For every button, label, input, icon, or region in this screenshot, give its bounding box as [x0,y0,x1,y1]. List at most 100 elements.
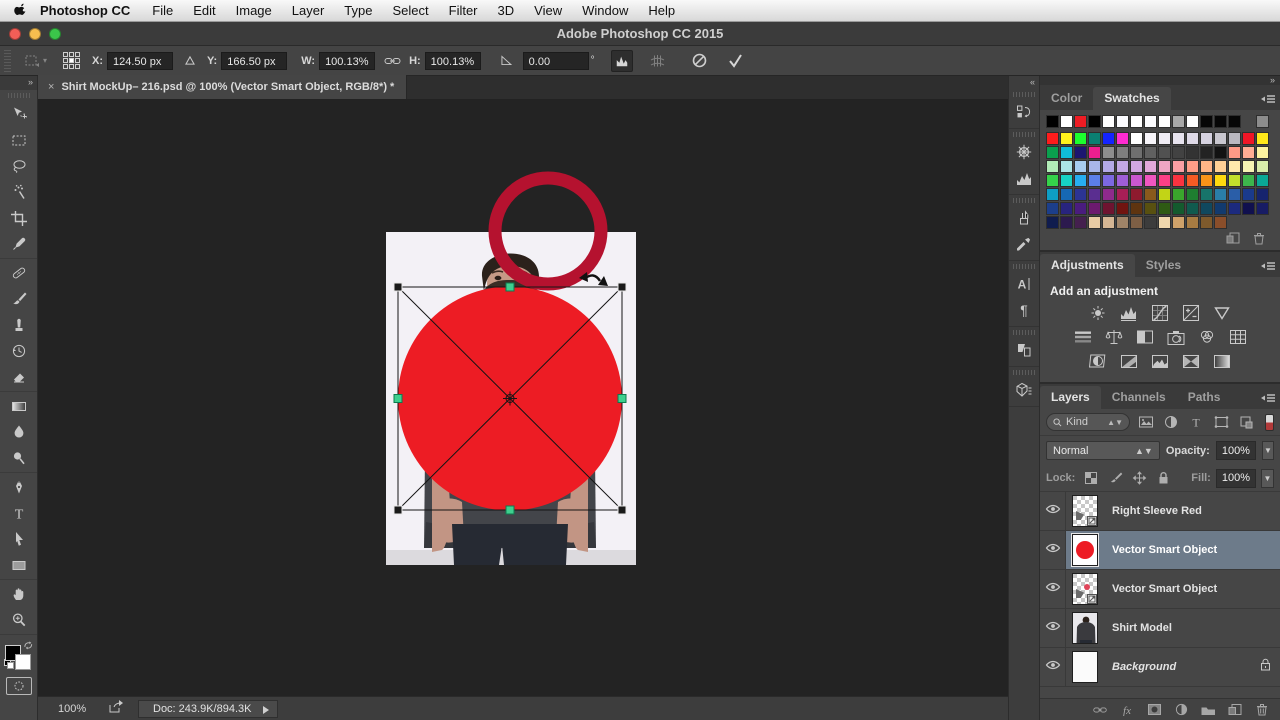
fill-dropdown-arrow[interactable]: ▼ [1261,468,1274,488]
swatch[interactable] [1116,188,1129,201]
swatch[interactable] [1130,160,1143,173]
swatch[interactable] [1228,132,1241,145]
swatch[interactable] [1088,146,1101,159]
swatch[interactable] [1200,188,1213,201]
swatch[interactable] [1214,132,1227,145]
swatch[interactable] [1228,160,1241,173]
swatch[interactable] [1186,216,1199,229]
swatch[interactable] [1256,174,1269,187]
swatch[interactable] [1130,216,1143,229]
visibility-eye-icon[interactable] [1045,580,1061,598]
visibility-eye-icon[interactable] [1045,658,1061,676]
swatch[interactable] [1102,188,1115,201]
swatch[interactable] [1060,132,1073,145]
recent-swatch[interactable] [1228,115,1241,128]
transform-tool-icon[interactable]: ▾ [19,53,51,69]
swatch[interactable] [1214,216,1227,229]
dock-grip[interactable] [1013,198,1035,203]
delete-swatch-button[interactable] [1251,231,1267,245]
tab-close-icon[interactable]: × [48,81,54,93]
shape-filter-icon[interactable] [1212,413,1230,431]
recent-swatch[interactable] [1214,115,1227,128]
swatch[interactable] [1130,146,1143,159]
tab-swatches_panel-swatches[interactable]: Swatches [1093,87,1171,110]
swatch[interactable] [1116,160,1129,173]
swatch[interactable] [1200,202,1213,215]
character-panel-icon[interactable]: A [1011,271,1037,297]
cancel-transform-button[interactable] [689,50,711,72]
warp-mode-button[interactable] [647,50,669,72]
swatch[interactable] [1256,132,1269,145]
swatch[interactable] [1172,132,1185,145]
swatch[interactable] [1214,188,1227,201]
share-icon[interactable] [108,700,124,717]
recent-swatch[interactable] [1060,115,1073,128]
lock-all-button[interactable] [1155,470,1171,486]
swatch[interactable] [1144,160,1157,173]
swatch[interactable] [1186,132,1199,145]
lock-paint-button[interactable] [1107,470,1123,486]
menu-edit[interactable]: Edit [183,3,225,18]
delta-icon[interactable] [179,50,201,72]
recent-swatch[interactable] [1256,115,1269,128]
brush-tool[interactable] [4,286,34,312]
swatch[interactable] [1102,146,1115,159]
recent-swatch[interactable] [1074,115,1087,128]
swatch[interactable] [1214,174,1227,187]
invert-adjustment-button[interactable] [1087,352,1109,370]
layer-thumbnail[interactable] [1066,609,1104,647]
clone-source-panel-icon[interactable] [1011,337,1037,363]
swatch[interactable] [1074,216,1087,229]
new-adjustment-layer-button[interactable] [1173,703,1189,717]
swatch[interactable] [1158,132,1171,145]
tab-layers_panel-layers[interactable]: Layers [1040,386,1101,409]
pen-tool[interactable] [4,474,34,500]
default-colors-bg[interactable] [6,662,14,669]
swatch[interactable] [1116,216,1129,229]
layers-panel-menu-icon[interactable] [1260,390,1276,408]
healing-brush-tool[interactable] [4,260,34,286]
blur-tool[interactable] [4,419,34,445]
fill-value[interactable]: 100% [1215,468,1256,488]
path-select-tool[interactable] [4,526,34,552]
levels-adjustment-button[interactable] [1118,304,1140,322]
smart-filter-icon[interactable] [1237,413,1255,431]
layer-filter-toggle[interactable] [1265,413,1274,431]
tab-layers_panel-channels[interactable]: Channels [1101,386,1177,409]
shape-tool[interactable] [4,552,34,578]
swatch[interactable] [1046,146,1059,159]
quick-mask-button[interactable] [5,677,32,695]
color-lookup-adjustment-button[interactable] [1227,328,1249,346]
swatch[interactable] [1158,174,1171,187]
swatch[interactable] [1046,216,1059,229]
swatch[interactable] [1172,202,1185,215]
swatch[interactable] [1228,188,1241,201]
type-filter-icon[interactable]: T [1187,413,1205,431]
brightness-contrast-adjustment-button[interactable] [1087,304,1109,322]
swatch[interactable] [1102,174,1115,187]
link-layers-button[interactable] [1092,703,1108,717]
exposure-adjustment-button[interactable] [1180,304,1202,322]
swatch[interactable] [1200,146,1213,159]
swatch[interactable] [1186,202,1199,215]
history-brush-tool[interactable] [4,338,34,364]
background-color[interactable] [14,654,31,670]
swatch[interactable] [1228,174,1241,187]
tab-layers_panel-paths[interactable]: Paths [1177,386,1232,409]
visibility-eye-icon[interactable] [1045,619,1061,637]
selective-color-adjustment-button[interactable] [1211,352,1233,370]
swatch[interactable] [1060,216,1073,229]
swatches-panel-menu-icon[interactable] [1260,91,1276,109]
menu-photoshop-cc[interactable]: Photoshop CC [32,3,142,18]
navigator-panel-icon[interactable] [1011,139,1037,165]
swatch[interactable] [1130,174,1143,187]
swatch[interactable] [1060,202,1073,215]
swatch[interactable] [1102,160,1115,173]
swatch[interactable] [1102,202,1115,215]
swatch[interactable] [1102,216,1115,229]
eraser-tool[interactable] [4,364,34,390]
panels-collapse-arrows[interactable]: » [1040,76,1280,85]
swatch[interactable] [1186,160,1199,173]
new-group-button[interactable] [1200,703,1216,717]
layer-thumbnail[interactable] [1066,648,1104,686]
